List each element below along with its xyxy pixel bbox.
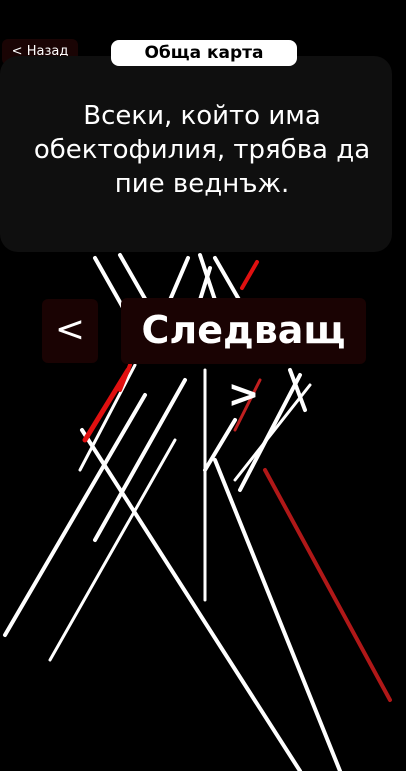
category-label: Обща карта [111, 40, 297, 66]
card-text: Всеки, който има обектофилия, трябва да … [33, 101, 371, 199]
next-button[interactable]: Следващ > [121, 298, 366, 416]
game-screen: < Назад Всеки, който има обектофилия, тр… [0, 0, 406, 771]
question-card: Всеки, който има обектофилия, трябва да … [0, 56, 392, 252]
previous-button[interactable]: < [42, 299, 98, 363]
